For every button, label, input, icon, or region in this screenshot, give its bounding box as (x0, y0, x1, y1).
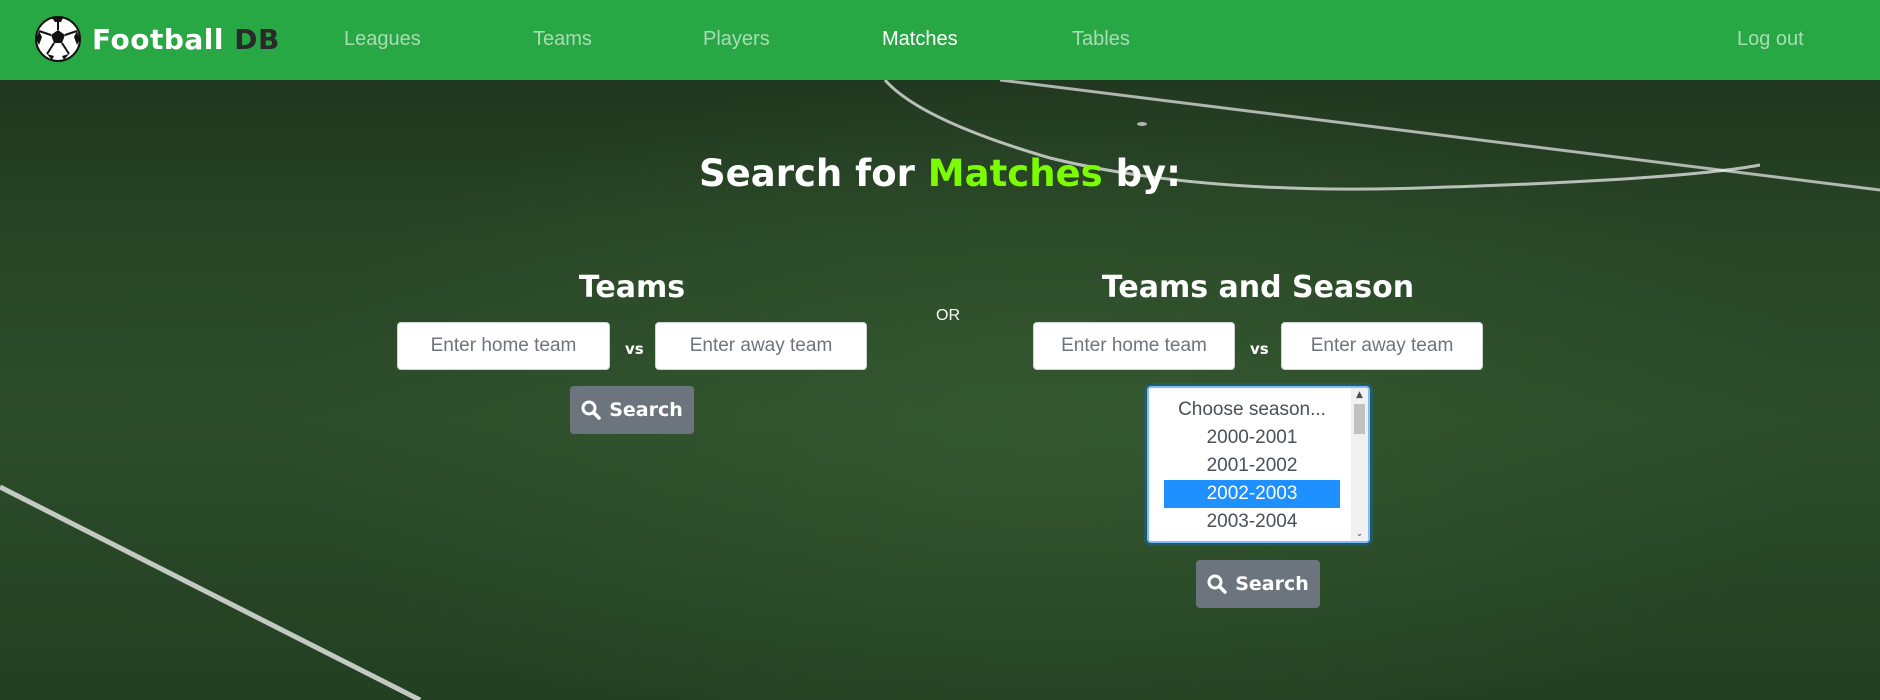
listbox-scrollbar[interactable]: ▲ ⌄ (1351, 388, 1368, 541)
brand-logo-link[interactable]: Football DB (32, 15, 280, 63)
season-search-label: Search (1235, 573, 1309, 595)
pitch-background (0, 0, 1880, 700)
brand-suffix: DB (234, 22, 280, 56)
nav-tables[interactable]: Tables (1072, 28, 1130, 51)
season-option[interactable]: 2000-2001 (1164, 424, 1340, 452)
title-prefix: Search for (699, 152, 915, 195)
season-listbox[interactable]: Choose season... 2000-2001 2001-2002 200… (1147, 386, 1370, 543)
teams-away-input[interactable] (655, 322, 867, 370)
season-option[interactable]: Choose season... (1164, 396, 1340, 424)
season-away-input[interactable] (1281, 322, 1483, 370)
page-title: Search for Matches by: (0, 152, 1880, 195)
nav-teams[interactable]: Teams (533, 28, 592, 51)
search-icon (1207, 574, 1227, 594)
season-home-input[interactable] (1033, 322, 1235, 370)
title-suffix: by: (1115, 152, 1181, 195)
nav-leagues[interactable]: Leagues (344, 28, 421, 51)
navbar: Football DB Leagues Teams Players Matche… (0, 0, 1880, 80)
season-option[interactable]: 2003-2004 (1164, 508, 1340, 536)
teams-home-input[interactable] (397, 322, 610, 370)
scroll-thumb[interactable] (1354, 404, 1365, 434)
scroll-up-icon[interactable]: ▲ (1351, 388, 1368, 402)
teams-heading: Teams (578, 270, 686, 305)
season-option[interactable]: 2001-2002 (1164, 452, 1340, 480)
teams-season-heading: Teams and Season (1101, 270, 1415, 305)
teams-search-label: Search (609, 399, 683, 421)
nav-players[interactable]: Players (703, 28, 770, 51)
season-search-button[interactable]: Search (1196, 560, 1320, 608)
brand-name: Football DB (92, 22, 280, 56)
season-vs-label: vs (1250, 340, 1269, 358)
season-option-selected[interactable]: 2002-2003 (1164, 480, 1340, 508)
or-separator: OR (936, 307, 960, 324)
nav-matches[interactable]: Matches (882, 28, 958, 51)
title-highlight: Matches (927, 152, 1103, 195)
scroll-down-icon[interactable]: ⌄ (1351, 527, 1368, 541)
nav-logout[interactable]: Log out (1737, 28, 1804, 51)
teams-vs-label: vs (625, 340, 644, 358)
pitch-lines (0, 78, 1880, 700)
teams-search-button[interactable]: Search (570, 386, 694, 434)
soccer-ball-icon (35, 16, 81, 62)
search-icon (581, 400, 601, 420)
